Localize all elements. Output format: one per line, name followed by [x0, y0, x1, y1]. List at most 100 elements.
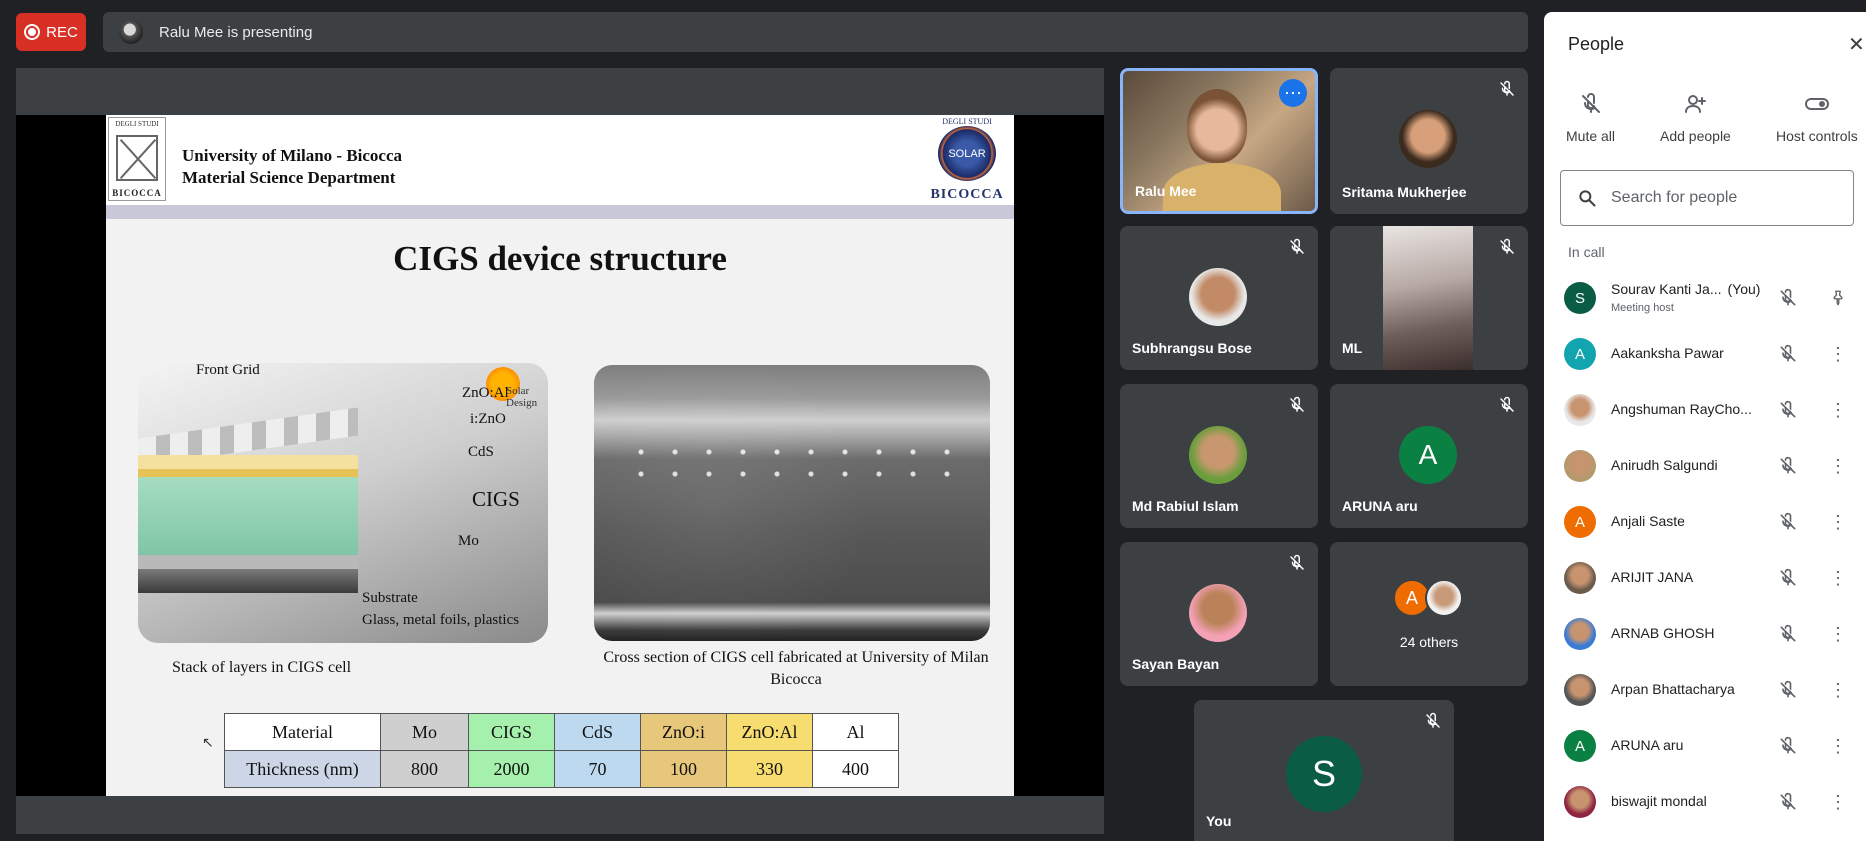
host-controls-button[interactable]: Host controls — [1776, 92, 1858, 144]
search-icon — [1579, 190, 1596, 207]
avatar: S — [1286, 736, 1362, 812]
participant-name: Angshuman RayCho... — [1611, 401, 1752, 417]
table-cell: Mo — [380, 713, 469, 751]
avatar — [1564, 786, 1596, 818]
mic-off-icon[interactable] — [1778, 344, 1798, 364]
tile-name: Sritama Mukherjee — [1342, 184, 1467, 200]
more-options-icon[interactable]: ⋮ — [1826, 510, 1850, 534]
participant-name-text: Arpan Bhattacharya — [1611, 681, 1735, 697]
table-cell: Al — [812, 713, 899, 751]
participant-name: Anirudh Salgundi — [1611, 457, 1718, 473]
mic-off-icon — [1290, 396, 1304, 412]
participant-row[interactable]: A ARUNA aru ⋮ — [1544, 718, 1866, 774]
slide-header-band — [106, 205, 1014, 219]
logo-right-top-text: DEGLI STUDI — [942, 117, 992, 126]
avatar: A — [1399, 426, 1457, 484]
toggle-icon — [1804, 98, 1829, 110]
table-cell: 330 — [726, 750, 813, 788]
participant-name: ARIJIT JANA — [1611, 569, 1693, 585]
mic-off-icon[interactable] — [1778, 680, 1798, 700]
cds-layer — [138, 469, 358, 477]
slide-title: CIGS device structure — [393, 239, 727, 278]
tile-name: Sayan Bayan — [1132, 656, 1220, 672]
table-cell: CIGS — [468, 713, 555, 751]
participant-row[interactable]: ARIJIT JANA ⋮ — [1544, 550, 1866, 606]
avatar: A — [1564, 506, 1596, 538]
more-options-icon[interactable]: ⋮ — [1826, 678, 1850, 702]
participant-row[interactable]: Anirudh Salgundi ⋮ — [1544, 438, 1866, 494]
participant-name-text: ARUNA aru — [1611, 737, 1684, 753]
participant-tile-sritama[interactable]: Sritama Mukherjee — [1330, 68, 1528, 214]
thickness-table: Material Mo CIGS CdS ZnO:i ZnO:Al Al Thi… — [224, 713, 899, 788]
participant-row[interactable]: A Aakanksha Pawar ⋮ — [1544, 326, 1866, 382]
table-cell: 800 — [380, 750, 469, 788]
participant-tile-ml[interactable]: ML — [1330, 226, 1528, 370]
presenting-banner: Ralu Mee is presenting — [103, 12, 1528, 52]
participant-tile-subhrangsu[interactable]: Subhrangsu Bose — [1120, 226, 1318, 370]
more-options-icon[interactable]: ⋮ — [1826, 398, 1850, 422]
mic-off-icon[interactable] — [1778, 456, 1798, 476]
table-cell: Material — [224, 713, 381, 751]
cigs-layer — [138, 477, 358, 555]
avatar: S — [1564, 282, 1596, 314]
participant-name: Arpan Bhattacharya — [1611, 681, 1735, 697]
table-cell: CdS — [554, 713, 641, 751]
university-logo-left: DEGLI STUDI BICOCCA — [108, 117, 166, 201]
search-people-field[interactable]: Search for people — [1560, 170, 1854, 226]
participant-row[interactable]: A Anjali Saste ⋮ — [1544, 494, 1866, 550]
mute-all-button[interactable]: Mute all — [1566, 92, 1615, 144]
more-options-icon[interactable]: ⋮ — [1826, 342, 1850, 366]
participant-row[interactable]: ARNAB GHOSH ⋮ — [1544, 606, 1866, 662]
substrate-layer — [138, 569, 358, 593]
mic-off-icon[interactable] — [1778, 400, 1798, 420]
avatar: A — [1564, 730, 1596, 762]
avatar — [1564, 394, 1596, 426]
mic-off-icon[interactable] — [1778, 736, 1798, 756]
avatar — [1189, 268, 1247, 326]
sem-cross-section-image — [594, 365, 990, 641]
others-count: 24 others — [1399, 634, 1459, 650]
participant-tile-sayan[interactable]: Sayan Bayan — [1120, 542, 1318, 686]
mic-off-icon — [1500, 80, 1514, 96]
participant-row[interactable]: S Sourav Kanti Ja... (You) Meeting host — [1544, 270, 1866, 326]
participant-row[interactable]: Angshuman RayCho... ⋮ — [1544, 382, 1866, 438]
more-options-icon[interactable]: ⋮ — [1826, 790, 1850, 814]
mic-off-icon[interactable] — [1778, 624, 1798, 644]
participant-tile-aruna[interactable]: A ARUNA aru — [1330, 384, 1528, 528]
mic-off-icon[interactable] — [1778, 568, 1798, 588]
participant-tile-ralu[interactable]: ⋯ Ralu Mee — [1120, 68, 1318, 214]
more-options-icon[interactable]: ⋮ — [1826, 454, 1850, 478]
recording-indicator[interactable]: REC — [16, 13, 86, 51]
participant-row[interactable]: Arpan Bhattacharya ⋮ — [1544, 662, 1866, 718]
label-cigs: CIGS — [472, 487, 520, 511]
more-options-icon[interactable]: ⋮ — [1826, 566, 1850, 590]
close-icon[interactable]: ✕ — [1848, 32, 1865, 57]
self-tile[interactable]: S You — [1194, 700, 1454, 841]
pin-icon[interactable] — [1826, 286, 1850, 310]
others-tile[interactable]: A 24 others — [1330, 542, 1528, 686]
more-options-icon[interactable]: ⋮ — [1826, 734, 1850, 758]
sem-particles — [624, 441, 964, 481]
participant-row[interactable]: biswajit mondal ⋮ — [1544, 774, 1866, 830]
more-options-icon[interactable]: ⋯ — [1279, 79, 1307, 107]
mic-off-icon[interactable] — [1778, 288, 1798, 308]
add-people-button[interactable]: Add people — [1660, 92, 1731, 144]
tile-name: ARUNA aru — [1342, 498, 1418, 514]
participant-role: Meeting host — [1611, 302, 1674, 314]
logo-right-text: BICOCCA — [930, 187, 1004, 202]
avatar — [1564, 450, 1596, 482]
table-cell: Thickness (nm) — [224, 750, 381, 788]
avatar — [1399, 110, 1457, 168]
record-icon — [24, 24, 41, 40]
participant-name: Anjali Saste — [1611, 513, 1685, 529]
more-options-icon[interactable]: ⋮ — [1826, 622, 1850, 646]
avatar — [1564, 674, 1596, 706]
participant-name-text: Anirudh Salgundi — [1611, 457, 1718, 473]
participant-tile-rabiul[interactable]: Md Rabiul Islam — [1120, 384, 1318, 528]
avatar — [1189, 426, 1247, 484]
presentation-slide: DEGLI STUDI BICOCCA University of Milano… — [106, 115, 1014, 796]
mic-off-icon[interactable] — [1778, 792, 1798, 812]
mic-off-icon[interactable] — [1778, 512, 1798, 532]
caption-stack: Stack of layers in CIGS cell — [172, 659, 352, 676]
host-controls-label: Host controls — [1776, 128, 1858, 144]
